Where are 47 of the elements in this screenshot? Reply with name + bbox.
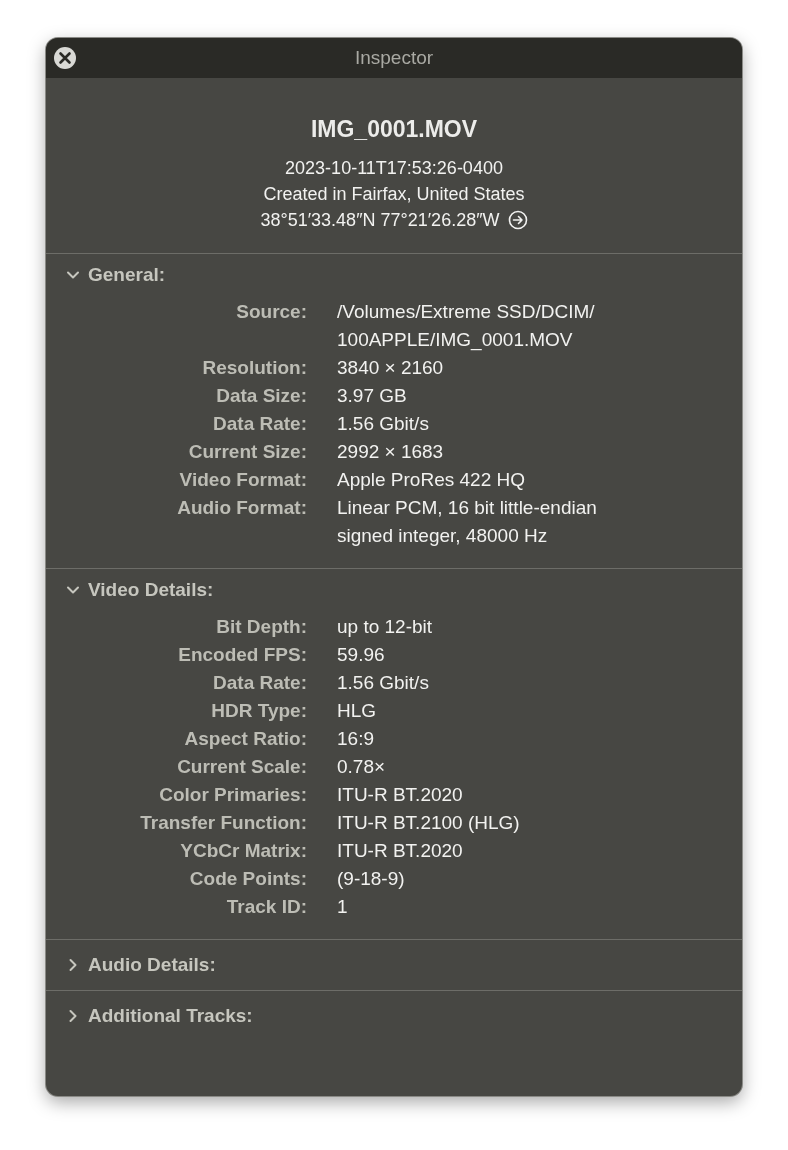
- field-value: HLG: [337, 699, 378, 723]
- field-label: Track ID:: [225, 895, 307, 919]
- coordinates: 38°51′33.48″N 77°21′26.28″W: [260, 209, 500, 232]
- field-label: Audio Format:: [176, 496, 307, 520]
- file-name: IMG_0001.MOV: [310, 116, 478, 143]
- field-label: Code Points:: [188, 867, 307, 891]
- field-label: Transfer Function:: [139, 811, 307, 835]
- section-header[interactable]: Audio Details:: [46, 940, 742, 990]
- go-arrow-button[interactable]: [507, 210, 528, 230]
- field-label: Current Scale:: [176, 755, 307, 779]
- field-label: Data Size:: [215, 384, 307, 408]
- window-title: Inspector: [354, 47, 434, 69]
- field-label: Data Rate:: [212, 671, 307, 695]
- section-header[interactable]: Additional Tracks:: [46, 991, 742, 1041]
- field-label: Bit Depth:: [215, 615, 307, 639]
- field-value: Linear PCM, 16 bit little-endian signed integer, 48000 Hz: [337, 496, 598, 548]
- field-label: Encoded FPS:: [177, 643, 307, 667]
- field-value: 16:9: [337, 727, 375, 751]
- field-value: 3.97 GB: [337, 384, 408, 408]
- location-text: Created in Fairfax, United States: [263, 183, 525, 206]
- field-label: Source:: [235, 300, 307, 324]
- field-value: 1.56 Gbit/s: [337, 412, 430, 436]
- field-value: 1.56 Gbit/s: [337, 671, 430, 695]
- field-label: Data Rate:: [212, 412, 307, 436]
- field-label: Video Format:: [178, 468, 307, 492]
- field-value: ITU-R BT.2020: [337, 839, 464, 863]
- field-value: 0.78×: [337, 755, 387, 779]
- field-value: 1: [337, 895, 349, 919]
- field-label: Current Size:: [187, 440, 307, 464]
- close-button[interactable]: [53, 46, 77, 70]
- field-value: ITU-R BT.2020: [337, 783, 464, 807]
- section-header[interactable]: General:: [46, 254, 742, 296]
- field-value: Apple ProRes 422 HQ: [337, 468, 526, 492]
- field-value: /Volumes/Extreme SSD/DCIM/ 100APPLE/IMG_0001.MOV: [337, 300, 596, 353]
- field-label: HDR Type:: [210, 699, 307, 723]
- field-label: Resolution:: [201, 356, 307, 380]
- timestamp: 2023-10-11T17:53:26-0400: [285, 157, 503, 180]
- field-value: ITU-R BT.2100 (HLG): [337, 811, 521, 835]
- field-value: 2992 × 1683: [337, 440, 445, 464]
- field-value: 3840 × 2160: [337, 356, 445, 380]
- field-value: up to 12-bit: [337, 615, 434, 639]
- field-value: (9-18-9): [337, 867, 406, 891]
- field-value: 59.96: [337, 643, 386, 667]
- section-header[interactable]: Video Details:: [46, 569, 742, 611]
- field-label: Color Primaries:: [158, 783, 307, 807]
- field-label: YCbCr Matrix:: [179, 839, 307, 863]
- field-label: Aspect Ratio:: [183, 727, 307, 751]
